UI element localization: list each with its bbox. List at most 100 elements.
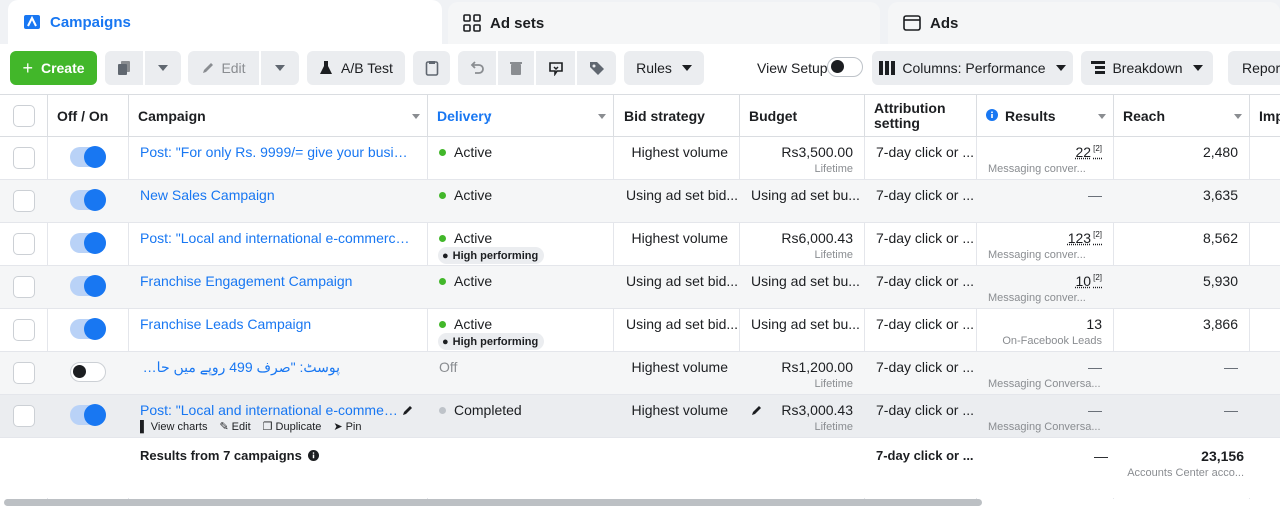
duplicate-dropdown-button[interactable] — [145, 51, 181, 85]
reach-value: — — [1224, 359, 1238, 375]
campaign-name-link[interactable]: Post: "Local and international e-commerc… — [140, 402, 400, 418]
row-checkbox[interactable] — [13, 190, 35, 212]
results-value: — — [1088, 359, 1102, 375]
results-value[interactable]: 22 [2] — [1076, 144, 1102, 160]
campaign-name-link[interactable]: Post: "Local and international e-commerc… — [140, 230, 415, 246]
campaign-name-link[interactable]: پوسٹ: "صرف 499 روپے میں حاصل کریں" — [140, 359, 340, 376]
attribution-setting: 7-day click or ... — [876, 144, 975, 160]
pencil-icon[interactable] — [402, 404, 414, 416]
row-checkbox[interactable] — [13, 319, 35, 341]
header-budget[interactable]: Budget — [740, 95, 865, 136]
edit-action[interactable]: ✎ Edit — [219, 420, 250, 434]
budget-value: Using ad set bu... — [751, 187, 860, 203]
horizontal-scrollbar[interactable] — [4, 499, 982, 506]
chevron-down-icon — [1098, 114, 1106, 119]
campaign-toggle[interactable] — [70, 404, 106, 426]
toggle-knob — [84, 275, 106, 297]
budget-value: Using ad set bu... — [751, 273, 860, 289]
table-row[interactable]: New Sales Campaign Active Using ad set b… — [0, 180, 1280, 223]
row-checkbox[interactable] — [13, 147, 35, 169]
results-type: Messaging Conversa... — [988, 421, 1101, 433]
create-button[interactable]: + Create — [10, 51, 97, 85]
column-label: Results — [1005, 108, 1056, 124]
table-row[interactable]: Post: "Local and international e-commerc… — [0, 395, 1280, 438]
campaign-name-link[interactable]: New Sales Campaign — [140, 187, 415, 203]
pin-action[interactable]: ➤ Pin — [333, 420, 361, 434]
delivery-status: Active — [454, 144, 493, 160]
campaign-toggle[interactable] — [70, 275, 106, 297]
header-results[interactable]: Results — [977, 95, 1114, 136]
clipboard-button[interactable] — [413, 51, 450, 85]
columns-button[interactable]: Columns: Performance — [872, 51, 1073, 85]
bid-strategy: Highest volume — [631, 359, 729, 375]
header-campaign[interactable]: Campaign — [129, 95, 428, 136]
column-label: Campaign — [138, 108, 206, 124]
view-setup-toggle[interactable] — [827, 57, 863, 77]
delete-button[interactable] — [498, 51, 534, 85]
campaign-toggle[interactable] — [70, 362, 106, 382]
results-value: — — [1088, 187, 1102, 203]
budget-type: Lifetime — [814, 378, 853, 390]
tab-label: Ad sets — [490, 14, 545, 32]
pencil-icon — [203, 63, 214, 73]
columns-icon — [879, 61, 896, 75]
row-checkbox[interactable] — [13, 362, 35, 384]
info-icon — [986, 109, 998, 121]
sort-ascending-icon: ↑ — [486, 108, 493, 124]
header-delivery[interactable]: Delivery ↑ — [428, 95, 614, 136]
row-checkbox[interactable] — [13, 276, 35, 298]
tab-ads[interactable]: Ads — [888, 2, 1280, 44]
tag-button[interactable] — [577, 51, 616, 85]
results-value[interactable]: 123 [2] — [1068, 230, 1102, 246]
toggle-knob — [84, 232, 106, 254]
header-impressions[interactable]: Imp — [1250, 95, 1280, 136]
table-row[interactable]: Franchise Leads Campaign Active ● High pe… — [0, 309, 1280, 352]
duplicate-button[interactable] — [105, 51, 143, 85]
reports-button[interactable]: Report — [1228, 51, 1280, 85]
campaign-name-link[interactable]: Post: "For only Rs. 9999/= give your bus… — [140, 144, 415, 160]
header-bid-strategy[interactable]: Bid strategy — [614, 95, 740, 136]
breakdown-button[interactable]: Breakdown — [1081, 51, 1213, 85]
edit-button[interactable]: Edit — [188, 51, 259, 85]
edit-dropdown-button[interactable] — [261, 51, 299, 85]
row-checkbox[interactable] — [13, 405, 35, 427]
table-row[interactable]: Post: "For only Rs. 9999/= give your bus… — [0, 137, 1280, 180]
campaign-toggle[interactable] — [70, 189, 106, 211]
view-charts-action[interactable]: ▌ View charts — [140, 420, 207, 433]
campaign-toggle[interactable] — [70, 232, 106, 254]
action-label: View charts — [150, 420, 208, 433]
tab-campaigns[interactable]: Campaigns — [8, 0, 442, 44]
table-row[interactable]: Post: "Local and international e-commerc… — [0, 223, 1280, 266]
select-all-checkbox[interactable] — [13, 105, 35, 127]
table-row[interactable]: Franchise Engagement Campaign Active Usi… — [0, 266, 1280, 309]
rules-button[interactable]: Rules — [624, 51, 704, 85]
budget-value: Using ad set bu... — [751, 316, 860, 332]
chevron-down-icon — [412, 114, 420, 119]
campaign-name-link[interactable]: Franchise Engagement Campaign — [140, 273, 415, 289]
header-reach[interactable]: Reach — [1114, 95, 1250, 136]
chevron-down-icon — [1234, 114, 1242, 119]
header-attribution[interactable]: Attribution setting — [865, 95, 977, 136]
ab-test-button[interactable]: A/B Test — [307, 51, 405, 85]
tab-label: Campaigns — [50, 13, 131, 31]
toolbar: + Create Edit A/B Test Rules View Setup … — [0, 44, 1280, 94]
tab-ad-sets[interactable]: Ad sets — [448, 2, 880, 44]
delivery-status: Active — [454, 273, 493, 289]
campaign-toggle[interactable] — [70, 146, 106, 168]
table-row[interactable]: پوسٹ: "صرف 499 روپے میں حاصل کریں" Off H… — [0, 352, 1280, 395]
summary-reach-sub: Accounts Center acco... — [1127, 467, 1244, 479]
plus-icon: + — [22, 57, 33, 78]
undo-button[interactable] — [458, 51, 496, 85]
status-dot — [439, 278, 446, 285]
info-icon[interactable] — [308, 450, 320, 461]
campaign-toggle[interactable] — [70, 318, 106, 340]
chevron-down-icon — [681, 65, 692, 71]
row-checkbox[interactable] — [13, 233, 35, 255]
header-off-on[interactable]: Off / On — [48, 95, 129, 136]
duplicate-action[interactable]: ❐ Duplicate — [263, 420, 322, 434]
export-button[interactable] — [536, 51, 575, 85]
results-value[interactable]: 10 [2] — [1076, 273, 1102, 289]
columns-label: Columns: Performance — [902, 60, 1046, 76]
campaign-name-link[interactable]: Franchise Leads Campaign — [140, 316, 415, 332]
pencil-icon[interactable] — [751, 404, 763, 416]
